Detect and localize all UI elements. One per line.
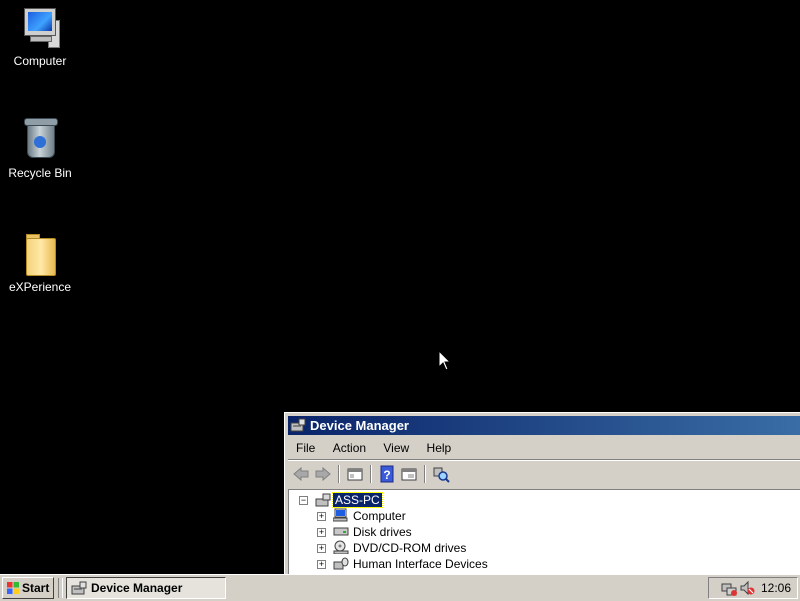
taskbar-grip <box>58 578 63 598</box>
tree-node-disk-drives[interactable]: Disk drives <box>353 524 412 540</box>
device-manager-window[interactable]: Device Manager File Action View Help ? −… <box>284 412 800 575</box>
toolbar: ? <box>288 462 800 486</box>
windows-flag-icon <box>7 582 19 594</box>
tree-node-computer[interactable]: Computer <box>353 508 406 524</box>
desktop-icon-label: Recycle Bin <box>8 166 72 180</box>
computer-icon <box>333 508 348 522</box>
clock[interactable]: 12:06 <box>761 578 791 598</box>
taskbar-button-label: Device Manager <box>91 581 183 595</box>
svg-text:?: ? <box>383 468 390 482</box>
tree-expander-root[interactable]: − <box>299 496 308 505</box>
up-icon[interactable] <box>346 465 364 483</box>
tree-root-label: ASS-PC <box>332 492 383 508</box>
desktop-icon-label: Computer <box>13 54 67 68</box>
menubar: File Action View Help <box>288 439 800 459</box>
tree-root-node[interactable]: ASS-PC <box>332 492 383 508</box>
toolbar-separator <box>338 465 340 483</box>
device-manager-icon <box>71 581 87 595</box>
menu-view[interactable]: View <box>375 439 415 455</box>
properties-icon[interactable] <box>400 465 418 483</box>
volume-muted-icon[interactable] <box>739 580 755 596</box>
device-manager-icon <box>290 418 306 432</box>
menu-action[interactable]: Action <box>325 439 372 455</box>
help-icon[interactable]: ? <box>378 465 396 483</box>
system-tray: 12:06 <box>708 577 798 599</box>
window-titlebar[interactable]: Device Manager <box>288 416 800 435</box>
recycle-bin-icon <box>20 118 60 162</box>
folder-icon <box>20 232 60 276</box>
forward-icon[interactable] <box>314 465 332 483</box>
desktop-icon-computer[interactable]: Computer <box>0 6 80 68</box>
tree-expander[interactable]: + <box>317 560 326 569</box>
computer-icon <box>20 6 60 50</box>
toolbar-separator <box>370 465 372 483</box>
tree-expander[interactable]: + <box>317 512 326 521</box>
desktop-icon-label: eXPerience <box>8 280 72 294</box>
start-label: Start <box>22 581 50 595</box>
menu-help[interactable]: Help <box>419 439 458 455</box>
desktop-icon-recycle-bin[interactable]: Recycle Bin <box>0 118 80 180</box>
menu-file[interactable]: File <box>288 439 321 455</box>
toolbar-separator <box>424 465 426 483</box>
window-title: Device Manager <box>310 418 409 433</box>
tree-expander[interactable]: + <box>317 544 326 553</box>
taskbar: Start Device Manager 12:06 <box>0 574 800 601</box>
tree-expander[interactable]: + <box>317 528 326 537</box>
desktop-icon-experience[interactable]: eXPerience <box>0 232 80 294</box>
taskbar-button-device-manager[interactable]: Device Manager <box>66 577 226 599</box>
scan-hardware-icon[interactable] <box>432 465 450 483</box>
device-tree[interactable]: − ASS-PC + Computer + Disk drives + DVD/… <box>288 489 800 575</box>
dvd-drive-icon <box>333 540 349 554</box>
divider <box>288 459 800 461</box>
back-icon[interactable] <box>292 465 310 483</box>
hid-icon <box>333 557 349 570</box>
computer-node-icon <box>315 493 331 507</box>
tree-node-human-interface-devices[interactable]: Human Interface Devices <box>353 556 488 572</box>
tree-node-dvd-cd-rom-drives[interactable]: DVD/CD-ROM drives <box>353 540 466 556</box>
start-button[interactable]: Start <box>2 577 54 599</box>
disk-drive-icon <box>333 527 349 536</box>
network-icon[interactable] <box>721 580 737 596</box>
